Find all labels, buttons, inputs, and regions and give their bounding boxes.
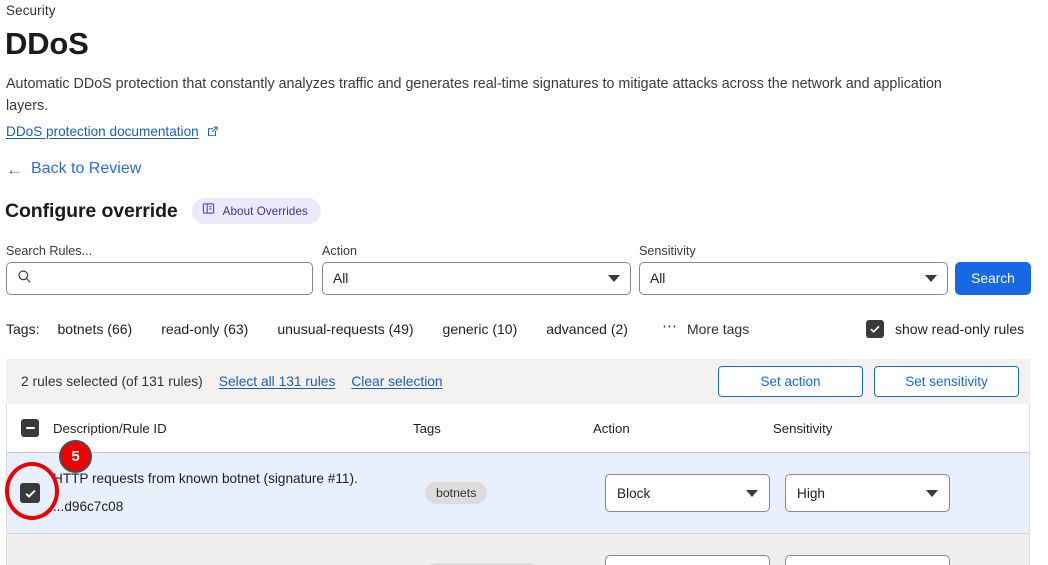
row-tag-pill: botnets bbox=[425, 482, 488, 504]
row-action-select[interactable]: Block bbox=[605, 474, 770, 512]
table-row[interactable]: HTTP requests from known botnet (signatu… bbox=[7, 453, 1029, 534]
set-sensitivity-button[interactable]: Set sensitivity bbox=[874, 366, 1019, 397]
row-checkbox[interactable] bbox=[7, 483, 53, 503]
action-filter-select[interactable]: All bbox=[322, 262, 631, 295]
action-label: Action bbox=[322, 244, 358, 258]
row-action-value: Block bbox=[617, 485, 651, 501]
table-row[interactable]: HTTP requests with unusual HTTP headers … bbox=[7, 534, 1029, 565]
tag-filter-generic[interactable]: generic (10) bbox=[443, 321, 518, 337]
tags-filter-row: Tags: botnets (66) read-only (63) unusua… bbox=[6, 317, 750, 338]
sensitivity-filter-select[interactable]: All bbox=[639, 262, 948, 295]
row-description-cell: HTTP requests from known botnet (signatu… bbox=[53, 465, 425, 521]
back-to-review-link[interactable]: ← Back to Review bbox=[6, 160, 141, 178]
row-description-cell: HTTP requests with unusual HTTP headers … bbox=[53, 560, 425, 565]
ellipsis-icon: ⋯ bbox=[661, 317, 678, 335]
page-title: DDoS bbox=[5, 26, 89, 61]
checkbox-checked-icon bbox=[866, 320, 884, 338]
column-header-action: Action bbox=[593, 420, 630, 436]
rules-table: Description/Rule ID Tags Action Sensitiv… bbox=[6, 404, 1030, 565]
row-sensitivity-value: High bbox=[797, 485, 825, 501]
column-header-tags: Tags bbox=[413, 420, 441, 436]
external-link-icon bbox=[206, 125, 219, 138]
column-header-description: Description/Rule ID bbox=[53, 420, 167, 436]
set-action-button[interactable]: Set action bbox=[718, 366, 863, 397]
chevron-down-icon bbox=[926, 489, 938, 497]
documentation-link-label[interactable]: DDoS protection documentation bbox=[6, 124, 199, 139]
about-overrides-badge[interactable]: About Overrides bbox=[191, 198, 321, 224]
row-description: HTTP requests from known botnet (signatu… bbox=[53, 471, 358, 486]
action-filter-value: All bbox=[333, 271, 349, 286]
chevron-down-icon bbox=[608, 275, 620, 282]
tag-filter-read-only[interactable]: read-only (63) bbox=[161, 321, 248, 337]
select-all-checkbox[interactable] bbox=[7, 419, 53, 437]
tag-filter-advanced[interactable]: advanced (2) bbox=[546, 321, 628, 337]
column-header-sensitivity: Sensitivity bbox=[773, 420, 833, 436]
selection-toolbar: 2 rules selected (of 131 rules) Select a… bbox=[6, 359, 1030, 404]
breadcrumb: Security bbox=[6, 3, 56, 18]
search-input[interactable] bbox=[40, 270, 309, 287]
search-button[interactable]: Search bbox=[955, 262, 1031, 295]
row-sensitivity-select[interactable] bbox=[785, 555, 950, 565]
row-action-cell bbox=[605, 555, 785, 565]
sensitivity-label: Sensitivity bbox=[639, 244, 696, 258]
configure-override-title: Configure override bbox=[5, 199, 178, 222]
row-action-cell: Block bbox=[605, 474, 785, 512]
row-action-select[interactable] bbox=[605, 555, 770, 565]
ddos-configure-override-page: Security DDoS Automatic DDoS protection … bbox=[0, 0, 1048, 565]
search-input-container[interactable] bbox=[6, 262, 313, 295]
selection-actions: Set action Set sensitivity bbox=[718, 366, 1019, 397]
tag-filter-botnets[interactable]: botnets (66) bbox=[57, 321, 132, 337]
checkbox-checked-icon bbox=[20, 483, 40, 503]
show-readonly-rules-label: show read-only rules bbox=[895, 321, 1025, 337]
book-icon bbox=[202, 202, 215, 220]
back-to-review-label: Back to Review bbox=[31, 160, 142, 177]
row-sensitivity-select[interactable]: High bbox=[785, 474, 950, 512]
show-readonly-rules-toggle[interactable]: show read-only rules bbox=[866, 320, 1024, 338]
row-rule-id: ...d96c7c08 bbox=[53, 499, 124, 514]
clear-selection-link[interactable]: Clear selection bbox=[351, 374, 442, 389]
row-sensitivity-cell: High bbox=[785, 474, 985, 512]
more-tags-label: More tags bbox=[686, 321, 750, 337]
documentation-link[interactable]: DDoS protection documentation bbox=[6, 124, 219, 139]
select-all-rules-link[interactable]: Select all 131 rules bbox=[219, 374, 336, 389]
row-tags-cell: botnets bbox=[425, 482, 605, 504]
row-sensitivity-cell bbox=[785, 555, 985, 565]
more-tags-button[interactable]: ⋯ More tags bbox=[661, 317, 750, 338]
checkbox-indeterminate-icon bbox=[21, 419, 39, 437]
selection-summary: 2 rules selected (of 131 rules) bbox=[21, 374, 203, 389]
chevron-down-icon bbox=[746, 489, 758, 497]
sensitivity-filter-value: All bbox=[650, 271, 666, 286]
table-header-row: Description/Rule ID Tags Action Sensitiv… bbox=[7, 404, 1029, 453]
about-overrides-label: About Overrides bbox=[222, 204, 308, 218]
arrow-left-icon: ← bbox=[6, 159, 23, 179]
chevron-down-icon bbox=[925, 275, 937, 282]
page-description: Automatic DDoS protection that constantl… bbox=[6, 76, 942, 114]
tags-label: Tags: bbox=[6, 321, 40, 337]
search-icon bbox=[17, 269, 32, 289]
configure-override-header: Configure override About Overrides bbox=[5, 198, 321, 224]
search-rules-label: Search Rules... bbox=[6, 244, 93, 258]
tag-filter-unusual-requests[interactable]: unusual-requests (49) bbox=[277, 321, 413, 337]
